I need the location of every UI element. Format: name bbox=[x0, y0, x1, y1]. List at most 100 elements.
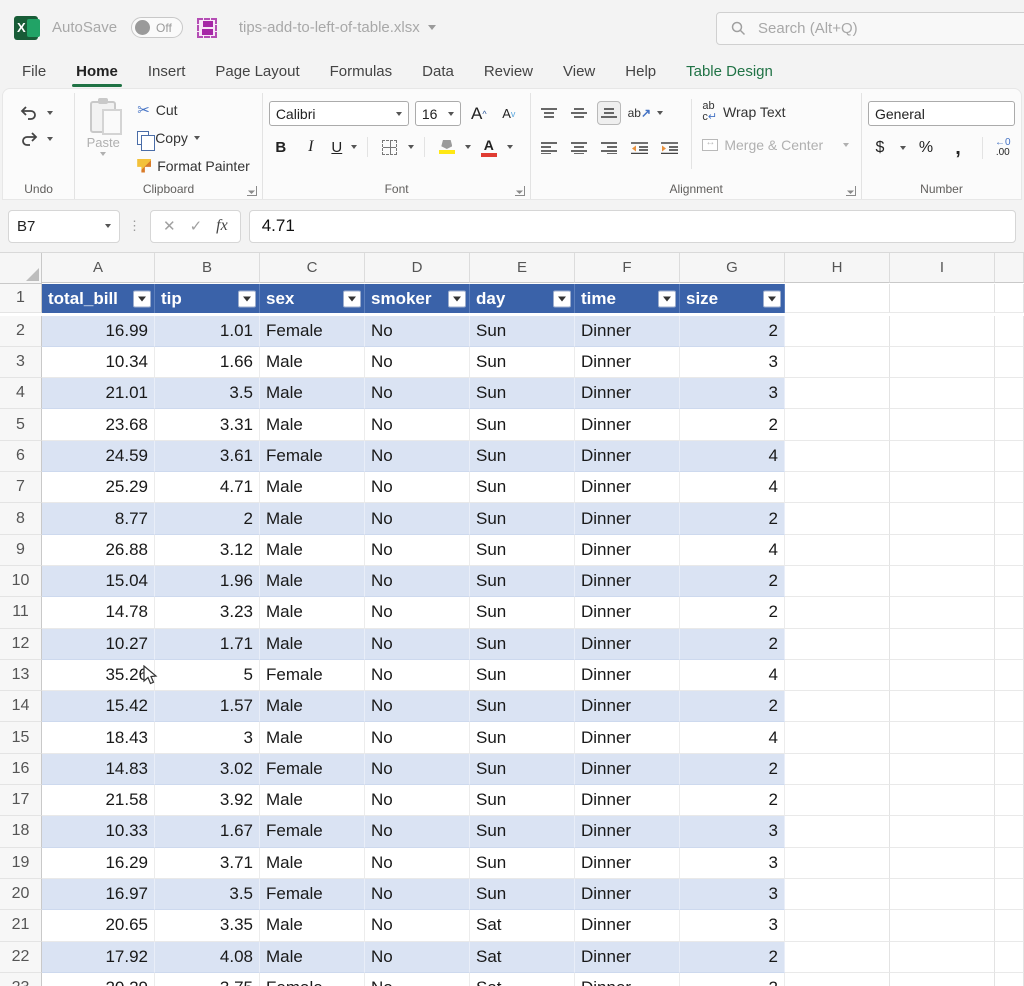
wrap-text-button[interactable]: abc↵ Wrap Text bbox=[702, 99, 849, 124]
cell-empty[interactable] bbox=[785, 597, 890, 628]
row-header-16[interactable]: 16 bbox=[0, 754, 42, 785]
table-cell[interactable]: Male bbox=[260, 535, 365, 566]
table-cell[interactable]: Male bbox=[260, 597, 365, 628]
table-cell[interactable]: Dinner bbox=[575, 660, 680, 691]
table-cell[interactable]: 2 bbox=[680, 942, 785, 973]
table-cell[interactable]: Sun bbox=[470, 472, 575, 503]
table-cell[interactable]: Male bbox=[260, 378, 365, 409]
table-cell[interactable]: Dinner bbox=[575, 316, 680, 347]
table-cell[interactable]: No bbox=[365, 848, 470, 879]
table-cell[interactable]: 3 bbox=[680, 848, 785, 879]
cell-empty[interactable] bbox=[890, 785, 995, 816]
table-header-time[interactable]: time bbox=[575, 284, 680, 313]
row-header-7[interactable]: 7 bbox=[0, 472, 42, 503]
table-cell[interactable]: 4 bbox=[680, 441, 785, 472]
cell-empty[interactable] bbox=[785, 566, 890, 597]
decrease-font-button[interactable]: Av bbox=[497, 102, 521, 126]
table-cell[interactable]: 3.71 bbox=[155, 848, 260, 879]
table-cell[interactable]: 2 bbox=[680, 629, 785, 660]
table-cell[interactable]: No bbox=[365, 816, 470, 847]
cell-empty[interactable] bbox=[890, 503, 995, 534]
column-header-e[interactable]: E bbox=[470, 253, 575, 283]
row-header-6[interactable]: 6 bbox=[0, 441, 42, 472]
row-header-10[interactable]: 10 bbox=[0, 566, 42, 597]
column-header-h[interactable]: H bbox=[785, 253, 890, 283]
table-cell[interactable]: 3 bbox=[680, 879, 785, 910]
table-cell[interactable]: 2 bbox=[680, 566, 785, 597]
table-cell[interactable]: No bbox=[365, 629, 470, 660]
table-cell[interactable]: 3 bbox=[680, 816, 785, 847]
top-align-button[interactable] bbox=[537, 101, 561, 125]
table-cell[interactable]: Sat bbox=[470, 973, 575, 986]
cell-empty[interactable] bbox=[785, 816, 890, 847]
cell-empty[interactable] bbox=[890, 848, 995, 879]
table-cell[interactable]: No bbox=[365, 378, 470, 409]
row-header-20[interactable]: 20 bbox=[0, 879, 42, 910]
table-cell[interactable]: No bbox=[365, 973, 470, 986]
format-painter-button[interactable]: Format Painter bbox=[137, 153, 250, 178]
table-cell[interactable]: 4.71 bbox=[155, 472, 260, 503]
font-dialog-launcher[interactable] bbox=[515, 186, 525, 196]
row-header-11[interactable]: 11 bbox=[0, 597, 42, 628]
table-cell[interactable]: 1.96 bbox=[155, 566, 260, 597]
redo-dropdown-icon[interactable] bbox=[47, 137, 53, 141]
insert-function-button[interactable]: fx bbox=[216, 217, 228, 235]
fill-color-dropdown-icon[interactable] bbox=[465, 145, 471, 149]
table-cell[interactable]: 4 bbox=[680, 722, 785, 753]
table-cell[interactable]: No bbox=[365, 316, 470, 347]
table-cell[interactable]: Sun bbox=[470, 316, 575, 347]
cell-empty[interactable] bbox=[785, 535, 890, 566]
table-cell[interactable]: 3 bbox=[155, 722, 260, 753]
table-cell[interactable]: 3.75 bbox=[155, 973, 260, 986]
cell-empty[interactable] bbox=[785, 441, 890, 472]
table-cell[interactable]: 2 bbox=[155, 503, 260, 534]
table-cell[interactable]: Dinner bbox=[575, 347, 680, 378]
cell-empty[interactable] bbox=[890, 441, 995, 472]
cell-empty[interactable] bbox=[890, 535, 995, 566]
table-cell[interactable]: Sun bbox=[470, 754, 575, 785]
table-cell[interactable]: 16.97 bbox=[42, 879, 155, 910]
table-cell[interactable]: 10.33 bbox=[42, 816, 155, 847]
tab-review[interactable]: Review bbox=[484, 63, 533, 80]
table-cell[interactable]: Sun bbox=[470, 535, 575, 566]
table-cell[interactable]: 2 bbox=[680, 754, 785, 785]
cell-empty[interactable] bbox=[785, 722, 890, 753]
table-cell[interactable]: Dinner bbox=[575, 409, 680, 440]
table-cell[interactable]: Dinner bbox=[575, 973, 680, 986]
table-cell[interactable]: Male bbox=[260, 629, 365, 660]
table-cell[interactable]: 3.35 bbox=[155, 910, 260, 941]
table-cell[interactable]: Female bbox=[260, 660, 365, 691]
table-cell[interactable]: 16.99 bbox=[42, 316, 155, 347]
copy-dropdown-icon[interactable] bbox=[194, 136, 200, 140]
table-cell[interactable]: Sun bbox=[470, 629, 575, 660]
table-cell[interactable]: Sun bbox=[470, 879, 575, 910]
table-cell[interactable]: Dinner bbox=[575, 378, 680, 409]
table-cell[interactable]: 15.04 bbox=[42, 566, 155, 597]
increase-decimal-button[interactable]: ←0 .00 bbox=[995, 138, 1011, 158]
row-header-4[interactable]: 4 bbox=[0, 378, 42, 409]
tab-view[interactable]: View bbox=[563, 63, 595, 80]
table-cell[interactable]: No bbox=[365, 503, 470, 534]
table-cell[interactable]: Sun bbox=[470, 722, 575, 753]
name-box[interactable]: B7 bbox=[8, 210, 120, 243]
cell-empty[interactable] bbox=[785, 691, 890, 722]
table-cell[interactable]: 10.34 bbox=[42, 347, 155, 378]
table-cell[interactable]: Sat bbox=[470, 910, 575, 941]
row-header-8[interactable]: 8 bbox=[0, 503, 42, 534]
table-cell[interactable]: 20.29 bbox=[42, 973, 155, 986]
table-cell[interactable]: 1.71 bbox=[155, 629, 260, 660]
table-cell[interactable]: 15.42 bbox=[42, 691, 155, 722]
align-right-button[interactable] bbox=[597, 136, 621, 160]
table-cell[interactable]: 18.43 bbox=[42, 722, 155, 753]
cell-empty[interactable] bbox=[785, 347, 890, 378]
table-cell[interactable]: 23.68 bbox=[42, 409, 155, 440]
undo-dropdown-icon[interactable] bbox=[47, 111, 53, 115]
table-cell[interactable]: 21.01 bbox=[42, 378, 155, 409]
font-name-select[interactable]: Calibri bbox=[269, 101, 409, 126]
table-cell[interactable]: Male bbox=[260, 691, 365, 722]
table-cell[interactable]: Male bbox=[260, 785, 365, 816]
table-cell[interactable]: 2 bbox=[680, 409, 785, 440]
cell-empty[interactable] bbox=[890, 284, 995, 313]
table-cell[interactable]: Male bbox=[260, 347, 365, 378]
table-cell[interactable]: Female bbox=[260, 973, 365, 986]
